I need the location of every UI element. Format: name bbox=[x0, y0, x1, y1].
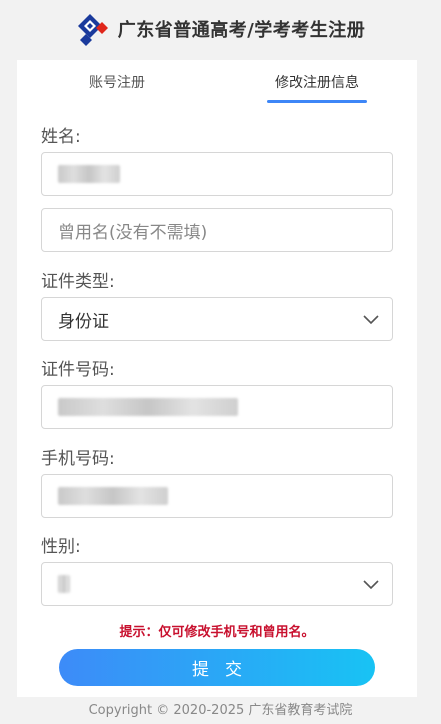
page-title: 广东省普通高考/学考考生注册 bbox=[117, 20, 366, 41]
redacted-phone-value bbox=[58, 487, 168, 505]
copyright-footer: Copyright © 2020-2025 广东省教育考试院 bbox=[88, 703, 353, 718]
redacted-gender-value bbox=[58, 575, 70, 593]
id-type-select[interactable]: 身份证 bbox=[41, 297, 393, 341]
tab-account-register[interactable]: 账号注册 bbox=[89, 72, 145, 92]
id-number-field[interactable] bbox=[41, 385, 393, 429]
redacted-name-value bbox=[58, 165, 120, 183]
id-type-selected-value: 身份证 bbox=[58, 311, 109, 332]
redacted-id-number-value bbox=[58, 398, 238, 416]
former-name-field[interactable]: 曾用名(没有不需填) bbox=[41, 208, 393, 252]
phone-field[interactable] bbox=[41, 474, 393, 518]
gender-select[interactable] bbox=[41, 562, 393, 606]
chevron-down-icon bbox=[363, 580, 379, 590]
id-type-label: 证件类型: bbox=[41, 272, 115, 292]
form-card: 账号注册 修改注册信息 姓名: 曾用名(没有不需填) 证件类型: 身份证 证件号… bbox=[17, 60, 417, 697]
active-tab-indicator bbox=[267, 100, 367, 103]
phone-label: 手机号码: bbox=[41, 449, 115, 469]
app-header: 广东省普通高考/学考考生注册 bbox=[0, 0, 441, 58]
chevron-down-icon bbox=[363, 315, 379, 325]
name-field[interactable] bbox=[41, 152, 393, 196]
name-label: 姓名: bbox=[41, 127, 81, 147]
gender-label: 性别: bbox=[41, 537, 81, 557]
id-number-label: 证件号码: bbox=[41, 360, 115, 380]
tab-modify-info[interactable]: 修改注册信息 bbox=[275, 72, 359, 92]
tab-bar: 账号注册 修改注册信息 bbox=[17, 60, 417, 104]
hint-text: 提示：仅可修改手机号和曾用名。 bbox=[119, 625, 315, 640]
logo-icon bbox=[77, 14, 108, 46]
submit-button[interactable]: 提交 bbox=[59, 649, 375, 686]
